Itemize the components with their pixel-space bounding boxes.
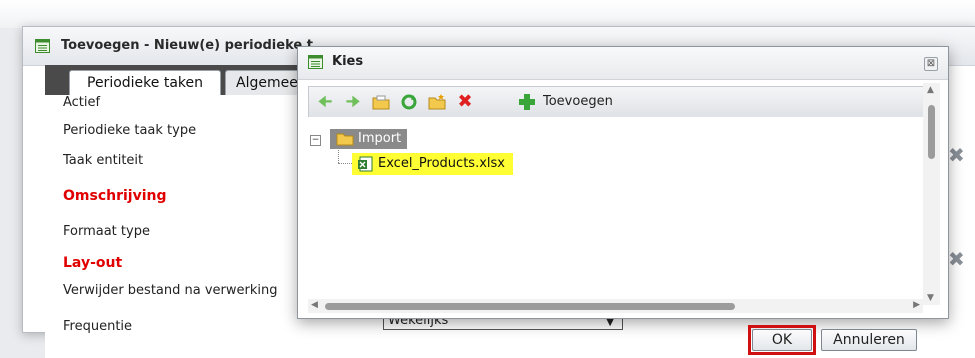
delete-icon[interactable]: ✖ [455,92,475,112]
horizontal-scrollbar[interactable]: ◀ ▶ [308,299,923,313]
scrollbar-thumb[interactable] [325,303,735,310]
choose-dialog: Kies ⊠ 🠈 🠊 ✖ Toevoegen − Import Excel_Pr… [297,46,949,355]
remove-icon[interactable]: ✖ [948,143,965,167]
section-label-lay-out: Lay-out [63,255,123,271]
close-icon[interactable]: ⊠ [924,57,938,71]
tree-node-label: Excel_Products.xlsx [378,156,505,171]
dialog-titlebar: Kies ⊠ [298,47,948,80]
field-label-verwijder-bestand: Verwijder bestand na verwerking [63,283,278,298]
window-title: Toevoegen - Nieuw(e) periodieke t [61,38,313,53]
arrow-right-icon[interactable]: 🠊 [343,92,363,112]
field-label-formaat-type: Formaat type [63,224,150,239]
open-folder-icon[interactable] [371,92,391,112]
collapse-icon[interactable]: − [310,135,321,146]
scroll-up-icon[interactable]: ▲ [927,85,934,95]
section-label-omschrijving: Omschrijving [63,188,167,204]
remove-icon[interactable]: ✖ [948,247,965,271]
excel-file-icon [358,156,373,172]
tree-node-import[interactable]: Import [330,129,408,149]
folder-tree: − Import Excel_Products.xlsx OK Annulere… [308,117,923,355]
vertical-scrollbar[interactable]: ▲ ▼ [923,83,940,305]
field-label-taak-entiteit: Taak entiteit [63,153,144,168]
tree-node-excel-products[interactable]: Excel_Products.xlsx [352,153,513,175]
scroll-right-icon[interactable]: ▶ [913,300,920,310]
field-label-frequentie: Frequentie [63,319,133,334]
cancel-button[interactable]: Annuleren [821,329,917,351]
add-icon[interactable] [517,92,537,112]
scroll-down-icon[interactable]: ▼ [927,293,934,303]
field-label-periodieke-taak-type: Periodieke taak type [63,123,197,138]
screen-backdrop [0,0,975,28]
arrow-left-icon[interactable]: 🠈 [315,92,335,112]
scrollbar-thumb[interactable] [928,105,935,159]
add-button-label[interactable]: Toevoegen [543,94,613,109]
scroll-left-icon[interactable]: ◀ [311,300,318,310]
folder-icon [336,133,354,146]
ok-button[interactable]: OK [752,329,812,351]
new-folder-icon[interactable] [427,92,447,112]
dialog-title: Kies [332,54,364,69]
form-icon [35,39,50,53]
tab-strip: Periodieke taken Algemeen [45,65,335,95]
refresh-icon[interactable] [399,92,419,112]
tab-periodieke-taken[interactable]: Periodieke taken [69,70,221,95]
dialog-toolbar: 🠈 🠊 ✖ Toevoegen [308,86,925,118]
tree-connector [338,163,352,164]
form-icon [308,55,323,69]
tree-node-label: Import [358,131,402,146]
field-label-actief: Actief [63,95,101,110]
